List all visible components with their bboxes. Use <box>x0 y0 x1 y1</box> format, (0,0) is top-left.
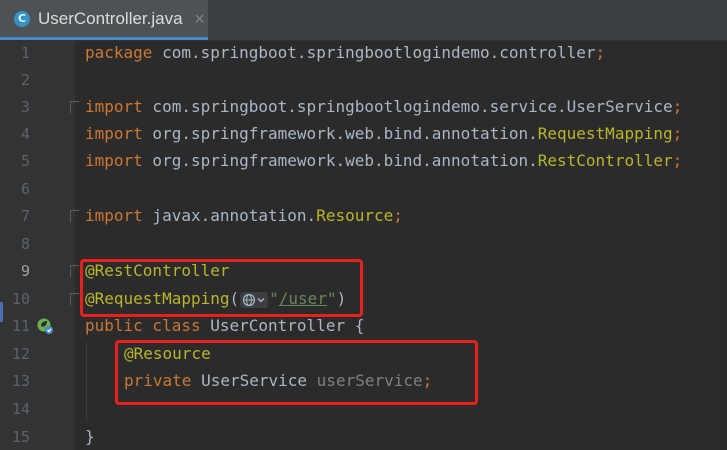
line-number: 10 <box>11 290 30 308</box>
keyword: import <box>85 151 143 170</box>
line-number: 12 <box>11 345 30 363</box>
tab-title: UserController.java <box>38 8 183 28</box>
line-number: 13 <box>11 372 30 390</box>
import-class: Resource <box>316 206 394 225</box>
line-number: 6 <box>20 180 30 198</box>
class-name: UserController <box>200 316 355 335</box>
import-package: com.springboot.springbootlogindemo.servi… <box>142 97 567 116</box>
line-number: 11 <box>11 317 30 335</box>
semicolon: ; <box>393 206 403 225</box>
code-line-7[interactable]: import javax.annotation.Resource; <box>85 206 403 226</box>
spring-bean-icon[interactable] <box>36 317 54 335</box>
fold-marker-icon[interactable] <box>70 293 79 305</box>
line-number: 15 <box>11 428 30 446</box>
import-class: UserService <box>566 97 673 116</box>
code-line-15[interactable]: } <box>85 427 95 447</box>
semicolon: ; <box>672 151 683 170</box>
close-icon[interactable]: × <box>194 11 206 27</box>
editor-tab-bar: C UserController.java × <box>0 0 727 41</box>
code-line-4[interactable]: import org.springframework.web.bind.anno… <box>85 124 682 144</box>
highlight-box-resource-field <box>115 340 478 405</box>
fold-marker-icon[interactable] <box>70 101 79 113</box>
java-class-icon: C <box>14 10 30 27</box>
semicolon: ; <box>595 43 606 62</box>
line-number: 8 <box>20 235 30 253</box>
line-number: 3 <box>20 98 30 116</box>
line-number: 2 <box>20 71 30 89</box>
import-package: org.springframework.web.bind.annotation. <box>142 124 538 143</box>
line-number: 7 <box>20 207 30 225</box>
tab-usercontroller[interactable]: C UserController.java × <box>0 0 208 40</box>
keyword: import <box>85 97 143 116</box>
import-class: RestController <box>537 151 673 170</box>
highlight-box-class-annotations <box>80 259 363 317</box>
code-line-3[interactable]: import com.springboot.springbootlogindem… <box>85 97 682 117</box>
line-number: 9 <box>20 262 30 280</box>
code-line-11[interactable]: public class UserController { <box>85 316 364 336</box>
import-package: javax.annotation. <box>142 206 317 225</box>
line-number: 5 <box>20 152 30 170</box>
indent-guide <box>86 342 87 422</box>
keyword: import <box>85 206 143 225</box>
semicolon: ; <box>672 97 683 116</box>
brace-close: } <box>85 427 95 446</box>
fold-marker-icon[interactable] <box>70 265 79 277</box>
package-name: com.springboot.springbootlogindemo.contr… <box>152 43 596 62</box>
code-line-5[interactable]: import org.springframework.web.bind.anno… <box>85 151 682 171</box>
semicolon: ; <box>672 124 683 143</box>
line-number: 4 <box>20 125 30 143</box>
fold-marker-icon[interactable] <box>70 210 79 222</box>
import-class: RequestMapping <box>537 124 673 143</box>
brace-open: { <box>354 316 365 335</box>
line-number: 1 <box>20 44 30 62</box>
code-line-1[interactable]: package com.springboot.springbootloginde… <box>85 43 605 63</box>
keyword: import <box>85 124 143 143</box>
line-number: 14 <box>11 400 30 418</box>
keyword: package <box>85 43 153 62</box>
keyword: public class <box>85 316 201 335</box>
import-package: org.springframework.web.bind.annotation. <box>142 151 538 170</box>
